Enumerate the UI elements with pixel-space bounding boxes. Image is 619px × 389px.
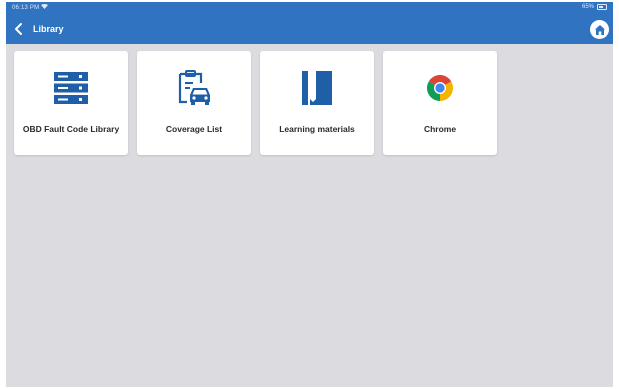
chevron-left-icon — [15, 23, 22, 35]
tile-coverage-list[interactable]: Coverage List — [137, 51, 251, 155]
library-grid: OBD Fault Code Library Coverage List Lea… — [14, 51, 497, 155]
tile-label: Chrome — [423, 124, 457, 134]
tile-label: Learning materials — [279, 124, 355, 134]
home-icon — [594, 24, 605, 35]
battery-icon — [597, 4, 607, 10]
status-time: 06:13 PM — [12, 4, 49, 11]
server-database-icon — [14, 68, 128, 108]
page-title: Library — [33, 24, 64, 34]
back-button[interactable] — [12, 22, 26, 36]
top-app-bar: 06:13 PM 65% Library — [6, 2, 613, 44]
tile-chrome[interactable]: Chrome — [383, 51, 497, 155]
clipboard-car-icon — [137, 68, 251, 108]
tile-obd-fault-code-library[interactable]: OBD Fault Code Library — [14, 51, 128, 155]
home-button[interactable] — [590, 20, 609, 39]
tile-label: OBD Fault Code Library — [22, 124, 120, 134]
chrome-icon — [383, 68, 497, 108]
device-screen: 06:13 PM 65% Library OBD Fault Code Libr… — [6, 2, 613, 387]
book-bookmark-icon — [260, 68, 374, 108]
wifi-icon — [41, 4, 49, 9]
tile-label: Coverage List — [165, 124, 223, 134]
tile-learning-materials[interactable]: Learning materials — [260, 51, 374, 155]
status-battery: 65% — [582, 4, 607, 10]
